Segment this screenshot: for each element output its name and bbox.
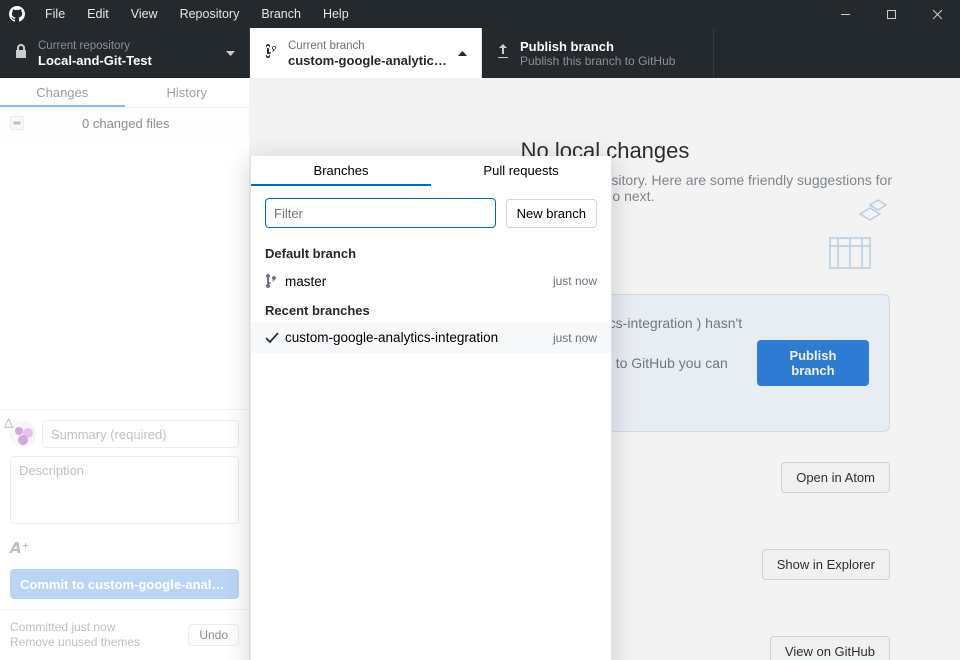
chevron-down-icon — [226, 44, 235, 62]
branch-dropdown: Branches Pull requests New branch Defaul… — [250, 156, 612, 660]
branch-name: master — [285, 274, 553, 289]
branch-selector[interactable]: Current branch custom-google-analytics-i… — [250, 28, 482, 78]
check-icon — [265, 332, 285, 344]
branch-icon — [265, 273, 285, 289]
github-icon — [0, 6, 34, 22]
branch-item-master[interactable]: master just now — [251, 265, 611, 297]
lock-icon — [14, 43, 28, 64]
menu-file[interactable]: File — [34, 0, 76, 28]
branch-item-current[interactable]: custom-google-analytics-integration just… — [251, 322, 611, 353]
chevron-up-icon — [458, 44, 467, 62]
branch-label: Current branch — [288, 39, 450, 53]
window-maximize-icon[interactable] — [868, 0, 914, 28]
repo-selector[interactable]: Current repository Local-and-Git-Test — [0, 28, 250, 78]
menu-branch[interactable]: Branch — [250, 0, 312, 28]
app-menu: File Edit View Repository Branch Help — [34, 0, 360, 28]
branch-icon — [264, 43, 278, 64]
default-branch-label: Default branch — [251, 240, 611, 265]
publish-title: Publish branch — [520, 39, 699, 54]
new-branch-button[interactable]: New branch — [506, 199, 597, 228]
menu-edit[interactable]: Edit — [76, 0, 120, 28]
branch-time: just now — [553, 331, 597, 345]
publish-action[interactable]: Publish branch Publish this branch to Gi… — [482, 28, 714, 78]
branch-name: custom-google-analytics-integration — [285, 330, 553, 345]
publish-sub: Publish this branch to GitHub — [520, 54, 699, 68]
menu-help[interactable]: Help — [312, 0, 360, 28]
popover-tab-branches[interactable]: Branches — [251, 156, 431, 186]
toolbar: Current repository Local-and-Git-Test Cu… — [0, 28, 960, 78]
branch-filter-input[interactable] — [265, 198, 496, 228]
branch-name: custom-google-analytics-i… — [288, 53, 450, 68]
upload-icon — [496, 43, 510, 64]
recent-branches-label: Recent branches — [251, 297, 611, 322]
window-minimize-icon[interactable] — [822, 0, 868, 28]
titlebar: File Edit View Repository Branch Help — [0, 0, 960, 28]
repo-label: Current repository — [38, 39, 218, 53]
popover-tab-prs[interactable]: Pull requests — [431, 156, 611, 186]
menu-view[interactable]: View — [120, 0, 169, 28]
branch-time: just now — [553, 274, 597, 288]
repo-name: Local-and-Git-Test — [38, 53, 218, 68]
menu-repository[interactable]: Repository — [169, 0, 251, 28]
window-close-icon[interactable] — [914, 0, 960, 28]
